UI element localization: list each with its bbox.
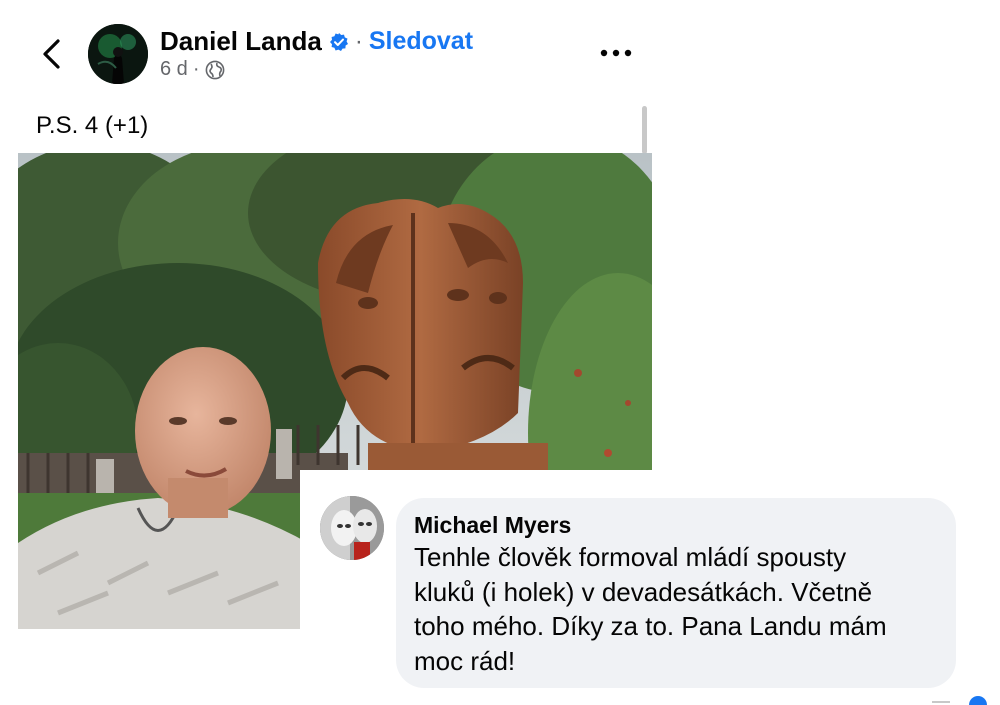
follow-button[interactable]: Sledovat (369, 27, 473, 56)
scrollbar[interactable] (642, 106, 647, 154)
comment-text: Tenhle člověk formoval mládí spousty klu… (414, 542, 887, 676)
author-avatar[interactable] (88, 24, 148, 84)
globe-icon (206, 60, 225, 79)
commenter-avatar[interactable] (320, 496, 384, 560)
back-chevron-icon[interactable] (36, 36, 68, 72)
author-name[interactable]: Daniel Landa (160, 26, 322, 57)
post-time[interactable]: 6 d (160, 58, 188, 81)
verified-badge-icon (329, 32, 348, 51)
post-meta: 6 d · (160, 58, 225, 81)
comment-author[interactable]: Michael Myers (414, 512, 571, 539)
meta-separator: · (192, 58, 200, 80)
reaction-icon (932, 696, 987, 705)
more-options-icon[interactable] (598, 40, 634, 66)
separator-dot: · (354, 27, 363, 55)
author-line: Daniel Landa · Sledovat (160, 26, 473, 57)
post-text: P.S. 4 (+1) (36, 112, 149, 139)
